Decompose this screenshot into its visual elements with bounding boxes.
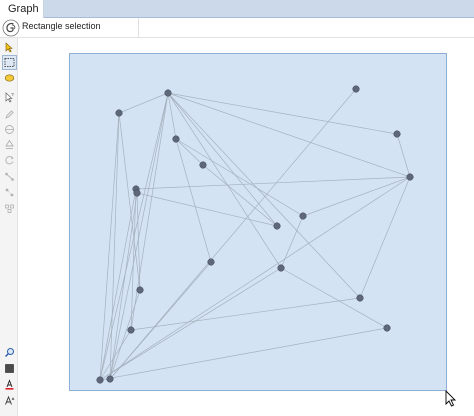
font-size-icon [5, 395, 15, 405]
tab-graph-label: Graph [8, 3, 39, 15]
zoom-icon [5, 348, 14, 357]
graph-node[interactable] [127, 326, 135, 334]
graph-node[interactable] [273, 222, 281, 230]
graph-node[interactable] [406, 173, 414, 181]
graph-node[interactable] [207, 258, 215, 266]
drag-tool-button[interactable]: ? [2, 90, 17, 105]
pointer-tool-button[interactable] [2, 40, 17, 55]
edge-pencil-tool-icon [5, 172, 14, 181]
header-separator [138, 18, 139, 37]
tab-graph[interactable]: Graph [0, 0, 44, 18]
node-pencil-tool-icon [5, 188, 14, 197]
graph-node[interactable] [356, 294, 364, 302]
graph-node[interactable] [277, 264, 285, 272]
size-tool-button[interactable] [2, 153, 17, 168]
background-color-icon [5, 364, 14, 373]
tools-toolbar: ? [0, 38, 18, 416]
graph-node[interactable] [164, 89, 172, 97]
painter-tool-icon [5, 204, 14, 213]
node-pencil-tool-button[interactable] [2, 185, 17, 200]
graph-node[interactable] [172, 135, 180, 143]
mouse-cursor-icon [445, 390, 457, 407]
lasso-tool-button[interactable] [2, 71, 17, 86]
graph-node[interactable] [106, 375, 114, 383]
zoom-button[interactable] [2, 345, 17, 360]
tab-strip: Graph [0, 0, 474, 18]
graph-node[interactable] [352, 85, 360, 93]
graph-node[interactable] [136, 286, 144, 294]
graph-header: Rectangle selection [0, 18, 474, 38]
graph-node[interactable] [96, 376, 104, 384]
pointer-tool-icon [5, 42, 13, 53]
pencil-tool-button[interactable] [2, 107, 17, 122]
graph-node[interactable] [115, 109, 123, 117]
svg-text:?: ? [11, 92, 14, 97]
heat-tool-button[interactable] [2, 122, 17, 137]
shortest-path-tool-icon [5, 139, 14, 149]
font-size-button[interactable] [2, 393, 17, 408]
selection-rectangle [69, 53, 447, 391]
size-tool-icon [5, 156, 14, 165]
font-color-icon [5, 379, 14, 390]
graph-node[interactable] [133, 189, 141, 197]
background-color-button[interactable] [2, 361, 17, 376]
shortest-path-tool-button[interactable] [2, 137, 17, 152]
rectangle-selection-tool-button[interactable] [2, 55, 17, 70]
heat-tool-icon [5, 125, 14, 134]
painter-tool-button[interactable] [2, 201, 17, 216]
lasso-tool-icon [4, 74, 15, 82]
graph-node[interactable] [199, 161, 207, 169]
font-color-button[interactable] [2, 377, 17, 392]
graph-node[interactable] [383, 324, 391, 332]
tool-mode-label: Rectangle selection [22, 21, 101, 31]
pencil-tool-icon [5, 110, 14, 119]
graph-node[interactable] [299, 212, 307, 220]
gephi-logo-icon [2, 19, 20, 37]
rectangle-selection-tool-icon [4, 58, 15, 67]
graph-node[interactable] [393, 130, 401, 138]
edge-pencil-tool-button[interactable] [2, 169, 17, 184]
drag-tool-icon: ? [5, 92, 14, 103]
